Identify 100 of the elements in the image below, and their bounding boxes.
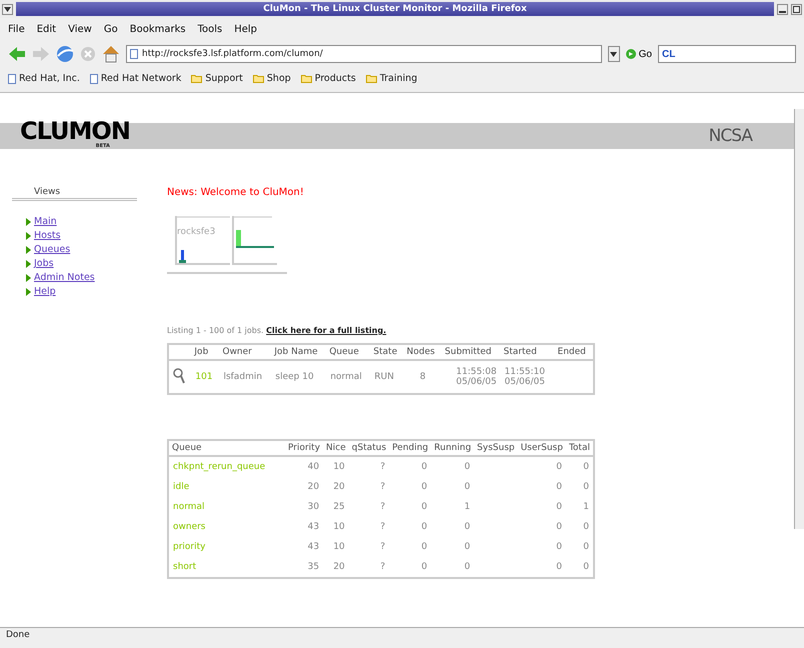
menu-item[interactable]: Go: [104, 24, 118, 35]
table-cell: 0: [566, 517, 594, 537]
maximize-icon: [793, 6, 800, 12]
table-cell: 10: [323, 456, 349, 477]
table-cell: 0: [566, 477, 594, 497]
sidebar-link[interactable]: Jobs: [12, 258, 137, 269]
table-cell-text: 0: [420, 501, 428, 514]
table-cell-text: 0: [420, 541, 428, 554]
column-header[interactable]: Submitted: [442, 344, 501, 360]
column-header[interactable]: Nice: [323, 440, 349, 456]
table-cell-text: ?: [379, 481, 386, 494]
globe-icon[interactable]: [56, 45, 74, 63]
table-cell-text: 0: [555, 481, 563, 494]
bookmark-link[interactable]: Products: [300, 73, 356, 84]
table-cell-text: 0: [463, 481, 472, 494]
column-header[interactable]: Nodes: [404, 344, 442, 360]
bookmark-link[interactable]: Red Hat Network: [90, 73, 182, 84]
column-header[interactable]: State: [370, 344, 404, 360]
page-icon: [8, 74, 16, 84]
window-title: CluMon - The Linux Cluster Monitor - Mozilla Firefox: [16, 2, 774, 16]
table-cell: 40: [285, 456, 324, 477]
table-cell: 20: [323, 557, 349, 578]
go-button[interactable]: Go: [626, 48, 652, 60]
bookmark-link[interactable]: Training: [366, 73, 418, 84]
table-cell-text: 20: [332, 481, 346, 494]
column-header[interactable]: Queue: [168, 440, 285, 456]
column-header[interactable]: Ended: [554, 344, 594, 360]
sidebar-link[interactable]: Help: [12, 286, 137, 297]
table-cell: 0: [566, 537, 594, 557]
dropdown-button[interactable]: [608, 46, 620, 62]
table-cell-text: 30: [306, 501, 320, 514]
caret-icon: [4, 6, 11, 12]
scrollbar[interactable]: [794, 109, 804, 529]
folder-icon: [191, 74, 202, 83]
sidebar-link[interactable]: Queues: [12, 244, 137, 255]
table-cell: 11:55:10 05/06/05: [500, 360, 555, 394]
column-header[interactable]: Pending: [389, 440, 432, 456]
back-icon[interactable]: [8, 46, 26, 62]
table-cell-text: 43: [306, 541, 320, 554]
column-header[interactable]: Queue: [326, 344, 370, 360]
bookmark-link[interactable]: Red Hat, Inc.: [8, 73, 80, 84]
table-cell-text: 0: [420, 481, 428, 494]
column-header[interactable]: Total: [566, 440, 594, 456]
search-field[interactable]: CL: [658, 45, 796, 63]
home-icon[interactable]: [102, 45, 120, 63]
table-cell-text: ?: [379, 521, 386, 534]
table-cell-text: 43: [306, 521, 320, 534]
column-header[interactable]: Running: [431, 440, 474, 456]
table-cell: ?: [348, 456, 390, 477]
bookmark-link[interactable]: Support: [191, 73, 243, 84]
table-cell-text: 20: [306, 481, 320, 494]
news-text: News: Welcome to CluMon!: [167, 187, 305, 198]
column-header[interactable]: Job: [191, 344, 220, 360]
sidebar-link[interactable]: Admin Notes: [12, 272, 137, 283]
table-cell: 11:55:08 05/06/05: [442, 360, 501, 394]
column-header[interactable]: qStatus: [348, 440, 390, 456]
folder-icon: [300, 74, 312, 83]
partner-logo: NCSA: [708, 126, 752, 146]
full-listing-link[interactable]: Click here for a full listing.: [266, 326, 386, 335]
menu-item[interactable]: Bookmarks: [130, 24, 186, 35]
table-cell-text: 25: [332, 501, 346, 514]
table-cell-text: 0: [555, 541, 563, 554]
logo: CLUMON: [20, 119, 130, 143]
magnifier-icon[interactable]: [173, 368, 185, 384]
table-cell-text: ?: [379, 541, 386, 554]
sidebar-title: Views: [12, 187, 137, 201]
minimize-button[interactable]: [777, 4, 788, 14]
menu-item[interactable]: File: [8, 24, 25, 35]
menu-item[interactable]: Tools: [198, 24, 222, 35]
maximize-button[interactable]: [791, 4, 802, 14]
column-header[interactable]: UserSusp: [518, 440, 566, 456]
menu-item[interactable]: Help: [234, 24, 258, 35]
menu-item[interactable]: View: [68, 24, 92, 35]
table-cell: 1: [566, 497, 594, 517]
table-cell-text: 0: [463, 521, 472, 534]
table-cell-text: 10: [332, 541, 346, 554]
sidebar-link[interactable]: Main: [12, 216, 137, 227]
address-field[interactable]: http://rocksfe3.lsf.platform.com/clumon/: [126, 45, 602, 63]
status-text: Done: [0, 627, 804, 648]
caret-icon: [610, 52, 618, 56]
table-cell-text: 0: [463, 541, 472, 554]
column-header[interactable]: Priority: [285, 440, 324, 456]
column-header[interactable]: Started: [500, 344, 555, 360]
table-cell: 0: [518, 456, 566, 477]
go-icon: [626, 49, 636, 59]
table-cell: 0: [389, 557, 432, 578]
table-cell: 35: [285, 557, 324, 578]
table-cell: 0: [566, 557, 594, 578]
bookmark-link[interactable]: Shop: [252, 73, 291, 84]
table-cell: 0: [566, 456, 594, 477]
column-header[interactable]: Job Name: [271, 344, 326, 360]
table-cell: lsfadmin: [219, 360, 272, 394]
folder-icon: [366, 74, 377, 83]
menu-item[interactable]: Edit: [36, 24, 56, 35]
sidebar-link[interactable]: Hosts: [12, 230, 137, 241]
window-menu-button[interactable]: [2, 4, 13, 14]
table-cell-text: ?: [379, 501, 386, 514]
column-header[interactable]: Owner: [219, 344, 272, 360]
column-header[interactable]: SysSusp: [474, 440, 518, 456]
table-cell: sleep 10: [271, 360, 326, 394]
